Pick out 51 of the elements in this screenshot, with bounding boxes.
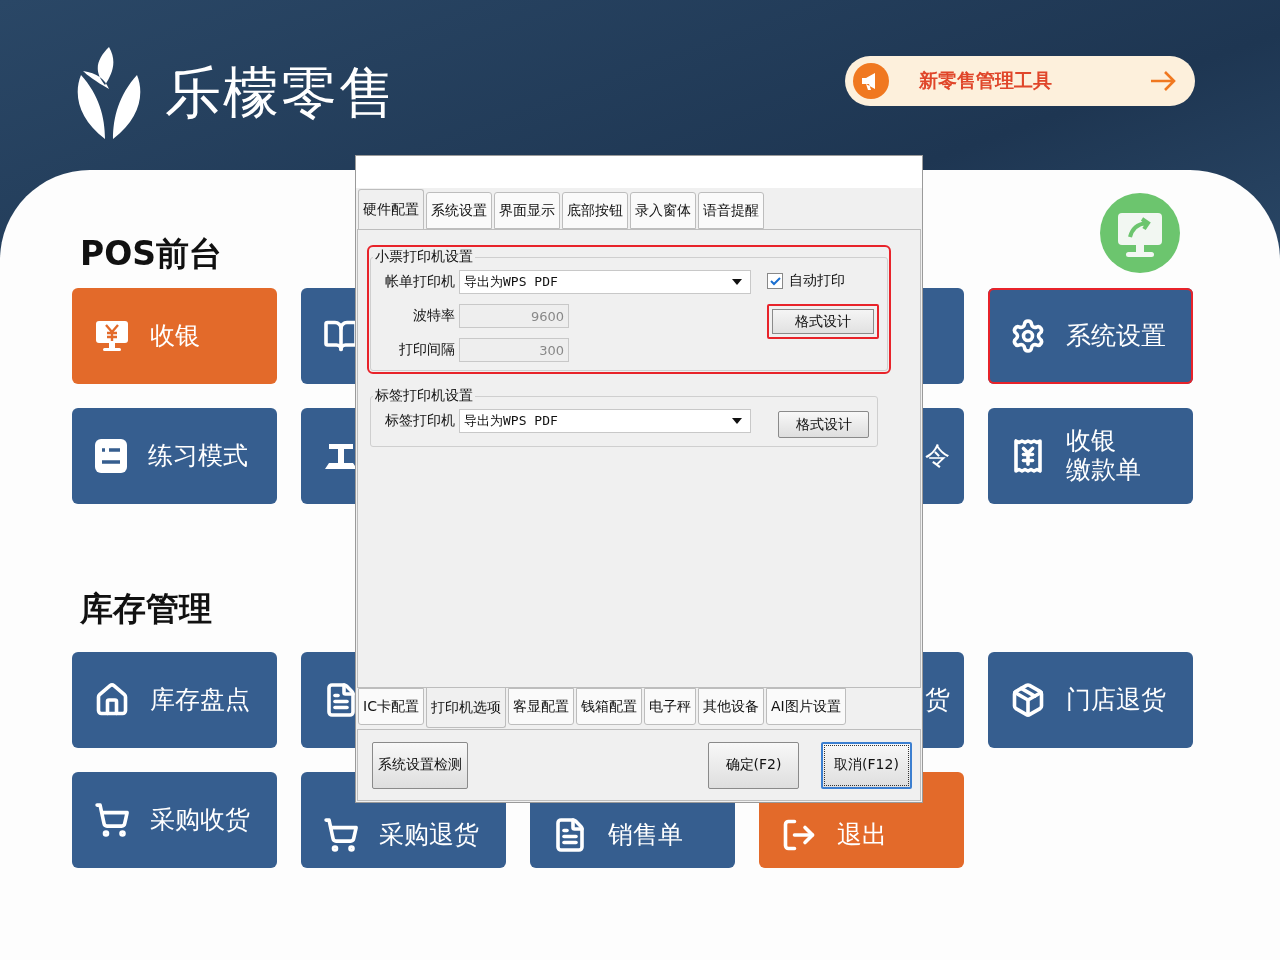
tab[interactable]: 硬件配置 [358, 189, 424, 229]
menu-tile[interactable]: 库存盘点 [72, 652, 277, 748]
chat-icon [94, 438, 128, 474]
printer-select[interactable]: 导出为WPS PDF [459, 409, 751, 433]
tab[interactable]: 电子秤 [643, 688, 696, 725]
house-icon [94, 682, 130, 718]
cart-icon [323, 817, 359, 853]
package-icon [1010, 682, 1046, 718]
menu-tile[interactable]: 采购收货 [72, 772, 277, 868]
menu-tile[interactable]: 系统设置 [988, 288, 1193, 384]
tab[interactable]: 界面显示 [494, 192, 560, 229]
tab[interactable]: 客显配置 [507, 688, 574, 725]
menu-tile[interactable]: 门店退货 [988, 652, 1193, 748]
cart-icon [94, 802, 130, 838]
checkbox-label: 自动打印 [789, 272, 845, 290]
brand-name: 乐檬零售 [165, 65, 397, 121]
field-label: 帐单打印机 [384, 273, 455, 291]
format-design-button[interactable]: 格式设计 [778, 411, 869, 438]
tab[interactable]: AI图片设置 [765, 688, 846, 725]
logo-icon [75, 45, 143, 141]
logout-icon [781, 817, 817, 853]
group-title: 小票打印机设置 [374, 248, 474, 266]
field-label: 波特率 [412, 307, 455, 325]
dialog-button[interactable]: 系统设置检测 [372, 741, 468, 789]
tab[interactable]: 语音提醒 [698, 192, 764, 229]
settings-icon [1010, 318, 1046, 354]
arrow-right-icon [1149, 70, 1177, 92]
tab[interactable]: IC卡配置 [358, 688, 424, 725]
dialog-button[interactable]: 确定(F2) [708, 741, 799, 789]
group-title: 标签打印机设置 [374, 387, 474, 405]
field-label: 标签打印机 [384, 412, 455, 430]
tab[interactable]: 钱箱配置 [575, 688, 642, 725]
menu-tile[interactable]: 收银 缴款单 [988, 408, 1193, 504]
megaphone-icon [853, 63, 889, 99]
dialog-button[interactable]: 取消(F12) [821, 741, 912, 789]
dropdown-caret-icon [732, 279, 742, 285]
tab[interactable]: 其他设备 [697, 688, 764, 725]
printer-select[interactable]: 导出为WPS PDF [459, 270, 751, 294]
tab[interactable]: 录入窗体 [630, 192, 696, 229]
section-title: POS前台 [80, 233, 222, 275]
promo-button[interactable]: 新零售管理工具 [845, 56, 1195, 106]
checkbox[interactable] [767, 273, 783, 289]
tab[interactable]: 打印机选项 [425, 688, 506, 728]
tab[interactable]: 系统设置 [426, 192, 492, 229]
dropdown-caret-icon [732, 418, 742, 424]
menu-tile[interactable]: 练习模式 [72, 408, 277, 504]
yen-monitor-icon [94, 318, 130, 354]
section-title: 库存管理 [80, 588, 212, 630]
format-design-button[interactable]: 格式设计 [767, 304, 879, 339]
tab[interactable]: 底部按钮 [562, 192, 628, 229]
field-label: 打印间隔 [398, 341, 455, 359]
